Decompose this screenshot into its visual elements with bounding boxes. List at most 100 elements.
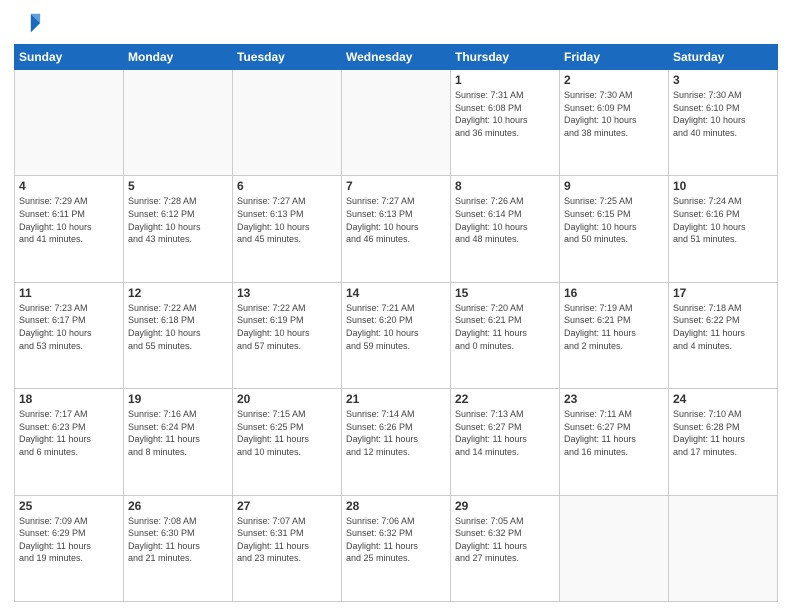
calendar-cell: 10 Sunrise: 7:24 AM Sunset: 6:16 PM Dayli… <box>669 176 778 282</box>
calendar-cell: 12 Sunrise: 7:22 AM Sunset: 6:18 PM Dayli… <box>124 282 233 388</box>
weekday-header: Saturday <box>669 45 778 70</box>
weekday-header: Thursday <box>451 45 560 70</box>
calendar-cell: 27 Sunrise: 7:07 AM Sunset: 6:31 PM Dayli… <box>233 495 342 601</box>
day-info: Sunrise: 7:26 AM Sunset: 6:14 PM Dayligh… <box>455 195 555 245</box>
calendar-cell <box>15 70 124 176</box>
day-info: Sunrise: 7:31 AM Sunset: 6:08 PM Dayligh… <box>455 89 555 139</box>
calendar-cell: 23Sunrise: 7:11 AM Sunset: 6:27 PM Dayli… <box>560 389 669 495</box>
calendar-cell: 11Sunrise: 7:23 AM Sunset: 6:17 PM Dayli… <box>15 282 124 388</box>
calendar-cell: 9 Sunrise: 7:25 AM Sunset: 6:15 PM Daylig… <box>560 176 669 282</box>
page: SundayMondayTuesdayWednesdayThursdayFrid… <box>0 0 792 612</box>
day-number: 9 <box>564 179 664 193</box>
day-info: Sunrise: 7:05 AM Sunset: 6:32 PM Dayligh… <box>455 515 555 565</box>
day-info: Sunrise: 7:17 AM Sunset: 6:23 PM Dayligh… <box>19 408 119 458</box>
day-number: 10 <box>673 179 773 193</box>
day-number: 16 <box>564 286 664 300</box>
day-number: 12 <box>128 286 228 300</box>
calendar-cell: 22 Sunrise: 7:13 AM Sunset: 6:27 PM Dayli… <box>451 389 560 495</box>
day-info: Sunrise: 7:18 AM Sunset: 6:22 PM Dayligh… <box>673 302 773 352</box>
logo-icon <box>14 10 42 38</box>
calendar-week-row: 11Sunrise: 7:23 AM Sunset: 6:17 PM Dayli… <box>15 282 778 388</box>
weekday-header: Sunday <box>15 45 124 70</box>
calendar-cell: 24Sunrise: 7:10 AM Sunset: 6:28 PM Dayli… <box>669 389 778 495</box>
day-number: 4 <box>19 179 119 193</box>
day-number: 7 <box>346 179 446 193</box>
calendar-cell: 26 Sunrise: 7:08 AM Sunset: 6:30 PM Dayli… <box>124 495 233 601</box>
weekday-header: Wednesday <box>342 45 451 70</box>
day-info: Sunrise: 7:30 AM Sunset: 6:10 PM Dayligh… <box>673 89 773 139</box>
day-number: 17 <box>673 286 773 300</box>
day-info: Sunrise: 7:22 AM Sunset: 6:19 PM Dayligh… <box>237 302 337 352</box>
calendar-cell: 16 Sunrise: 7:19 AM Sunset: 6:21 PM Dayli… <box>560 282 669 388</box>
day-number: 23 <box>564 392 664 406</box>
day-info: Sunrise: 7:24 AM Sunset: 6:16 PM Dayligh… <box>673 195 773 245</box>
day-info: Sunrise: 7:27 AM Sunset: 6:13 PM Dayligh… <box>237 195 337 245</box>
calendar-cell: 28 Sunrise: 7:06 AM Sunset: 6:32 PM Dayli… <box>342 495 451 601</box>
day-number: 6 <box>237 179 337 193</box>
calendar-cell: 5 Sunrise: 7:28 AM Sunset: 6:12 PM Daylig… <box>124 176 233 282</box>
calendar-cell: 6 Sunrise: 7:27 AM Sunset: 6:13 PM Daylig… <box>233 176 342 282</box>
day-number: 3 <box>673 73 773 87</box>
day-number: 11 <box>19 286 119 300</box>
day-info: Sunrise: 7:13 AM Sunset: 6:27 PM Dayligh… <box>455 408 555 458</box>
calendar-cell: 2Sunrise: 7:30 AM Sunset: 6:09 PM Daylig… <box>560 70 669 176</box>
calendar-cell: 29 Sunrise: 7:05 AM Sunset: 6:32 PM Dayli… <box>451 495 560 601</box>
calendar-cell: 14 Sunrise: 7:21 AM Sunset: 6:20 PM Dayli… <box>342 282 451 388</box>
day-info: Sunrise: 7:16 AM Sunset: 6:24 PM Dayligh… <box>128 408 228 458</box>
day-number: 19 <box>128 392 228 406</box>
day-info: Sunrise: 7:14 AM Sunset: 6:26 PM Dayligh… <box>346 408 446 458</box>
day-info: Sunrise: 7:29 AM Sunset: 6:11 PM Dayligh… <box>19 195 119 245</box>
calendar-cell <box>233 70 342 176</box>
day-number: 1 <box>455 73 555 87</box>
day-info: Sunrise: 7:19 AM Sunset: 6:21 PM Dayligh… <box>564 302 664 352</box>
calendar-week-row: 25Sunrise: 7:09 AM Sunset: 6:29 PM Dayli… <box>15 495 778 601</box>
day-number: 27 <box>237 499 337 513</box>
header <box>14 10 778 38</box>
day-info: Sunrise: 7:09 AM Sunset: 6:29 PM Dayligh… <box>19 515 119 565</box>
day-number: 8 <box>455 179 555 193</box>
day-number: 2 <box>564 73 664 87</box>
calendar-cell: 19 Sunrise: 7:16 AM Sunset: 6:24 PM Dayli… <box>124 389 233 495</box>
day-info: Sunrise: 7:07 AM Sunset: 6:31 PM Dayligh… <box>237 515 337 565</box>
day-number: 22 <box>455 392 555 406</box>
day-info: Sunrise: 7:21 AM Sunset: 6:20 PM Dayligh… <box>346 302 446 352</box>
calendar-week-row: 4 Sunrise: 7:29 AM Sunset: 6:11 PM Daylig… <box>15 176 778 282</box>
calendar-cell: 3 Sunrise: 7:30 AM Sunset: 6:10 PM Daylig… <box>669 70 778 176</box>
weekday-header: Tuesday <box>233 45 342 70</box>
day-info: Sunrise: 7:15 AM Sunset: 6:25 PM Dayligh… <box>237 408 337 458</box>
weekday-header-row: SundayMondayTuesdayWednesdayThursdayFrid… <box>15 45 778 70</box>
day-number: 5 <box>128 179 228 193</box>
day-number: 24 <box>673 392 773 406</box>
weekday-header: Friday <box>560 45 669 70</box>
logo <box>14 10 46 38</box>
calendar-cell: 7Sunrise: 7:27 AM Sunset: 6:13 PM Daylig… <box>342 176 451 282</box>
calendar-cell: 17 Sunrise: 7:18 AM Sunset: 6:22 PM Dayli… <box>669 282 778 388</box>
calendar-cell: 18 Sunrise: 7:17 AM Sunset: 6:23 PM Dayli… <box>15 389 124 495</box>
calendar-cell: 13 Sunrise: 7:22 AM Sunset: 6:19 PM Dayli… <box>233 282 342 388</box>
day-number: 13 <box>237 286 337 300</box>
calendar-cell <box>342 70 451 176</box>
day-info: Sunrise: 7:28 AM Sunset: 6:12 PM Dayligh… <box>128 195 228 245</box>
calendar-cell: 21 Sunrise: 7:14 AM Sunset: 6:26 PM Dayli… <box>342 389 451 495</box>
calendar-cell: 4 Sunrise: 7:29 AM Sunset: 6:11 PM Daylig… <box>15 176 124 282</box>
day-number: 21 <box>346 392 446 406</box>
calendar-cell: 1 Sunrise: 7:31 AM Sunset: 6:08 PM Daylig… <box>451 70 560 176</box>
day-number: 18 <box>19 392 119 406</box>
day-info: Sunrise: 7:22 AM Sunset: 6:18 PM Dayligh… <box>128 302 228 352</box>
day-number: 20 <box>237 392 337 406</box>
day-info: Sunrise: 7:20 AM Sunset: 6:21 PM Dayligh… <box>455 302 555 352</box>
calendar-cell <box>669 495 778 601</box>
calendar-cell: 25Sunrise: 7:09 AM Sunset: 6:29 PM Dayli… <box>15 495 124 601</box>
day-info: Sunrise: 7:06 AM Sunset: 6:32 PM Dayligh… <box>346 515 446 565</box>
day-number: 14 <box>346 286 446 300</box>
day-number: 26 <box>128 499 228 513</box>
day-info: Sunrise: 7:25 AM Sunset: 6:15 PM Dayligh… <box>564 195 664 245</box>
day-info: Sunrise: 7:08 AM Sunset: 6:30 PM Dayligh… <box>128 515 228 565</box>
calendar-cell <box>124 70 233 176</box>
calendar-cell <box>560 495 669 601</box>
calendar-cell: 20 Sunrise: 7:15 AM Sunset: 6:25 PM Dayli… <box>233 389 342 495</box>
calendar-week-row: 1 Sunrise: 7:31 AM Sunset: 6:08 PM Daylig… <box>15 70 778 176</box>
day-number: 29 <box>455 499 555 513</box>
weekday-header: Monday <box>124 45 233 70</box>
day-number: 28 <box>346 499 446 513</box>
